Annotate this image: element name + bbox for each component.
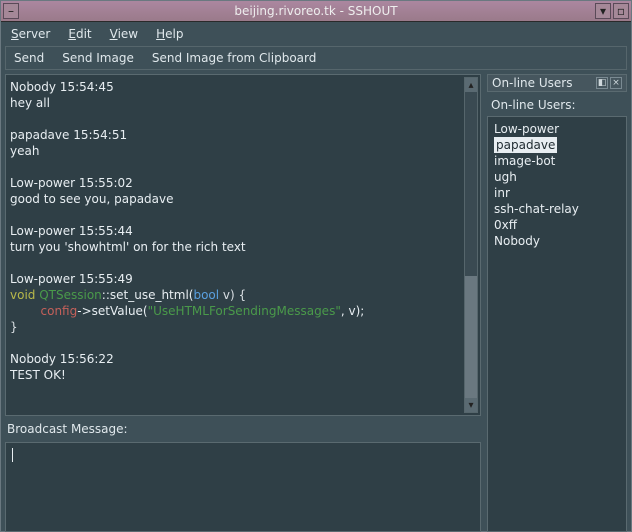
chat-history: Nobody 15:54:45 hey all papadave 15:54:5…: [5, 74, 481, 416]
msg-header: Low-power 15:55:49: [10, 271, 462, 287]
chat-scrollbar[interactable]: ▴ ▾: [464, 77, 478, 413]
msg-header: papadave 15:54:51: [10, 127, 462, 143]
menu-edit[interactable]: Edit: [68, 27, 91, 41]
msg-body: turn you 'showhtml' on for the rich text: [10, 239, 462, 255]
msg-header: Nobody 15:54:45: [10, 79, 462, 95]
msg-body: TEST OK!: [10, 367, 462, 383]
scroll-up-icon[interactable]: ▴: [465, 78, 477, 92]
window-menu-button[interactable]: –: [3, 3, 19, 19]
users-panel-title: On-line Users: [492, 76, 572, 90]
msg-header: Low-power 15:55:44: [10, 223, 462, 239]
msg-header: Nobody 15:56:22: [10, 351, 462, 367]
message-input[interactable]: [5, 442, 481, 532]
scroll-thumb[interactable]: [465, 276, 477, 398]
panel-close-icon[interactable]: ×: [610, 77, 622, 89]
menu-bar: Server Edit View Help: [1, 22, 631, 46]
list-item[interactable]: image-bot: [494, 153, 620, 169]
list-item[interactable]: 0xff: [494, 217, 620, 233]
msg-body: hey all: [10, 95, 462, 111]
code-line: }: [10, 319, 462, 335]
list-item[interactable]: papadave: [494, 137, 620, 153]
content-area: Nobody 15:54:45 hey all papadave 15:54:5…: [1, 70, 631, 532]
panel-undock-icon[interactable]: ◧: [596, 77, 608, 89]
msg-body: yeah: [10, 143, 462, 159]
msg-header: Low-power 15:55:02: [10, 175, 462, 191]
toolbar-send[interactable]: Send: [14, 51, 44, 65]
app-window: – beijing.rivoreo.tk - SSHOUT ▾ ▫ Server…: [0, 0, 632, 532]
toolbar-send-clipboard[interactable]: Send Image from Clipboard: [152, 51, 317, 65]
menu-server[interactable]: Server: [11, 27, 50, 41]
right-pane: On-line Users ◧ × On-line Users: Low-pow…: [487, 74, 627, 532]
list-item[interactable]: ssh-chat-relay: [494, 201, 620, 217]
list-item[interactable]: ugh: [494, 169, 620, 185]
menu-view[interactable]: View: [110, 27, 138, 41]
list-item[interactable]: Low-power: [494, 121, 620, 137]
list-item[interactable]: Nobody: [494, 233, 620, 249]
left-pane: Nobody 15:54:45 hey all papadave 15:54:5…: [5, 74, 481, 532]
tool-bar: Send Send Image Send Image from Clipboar…: [5, 46, 627, 70]
users-panel-header: On-line Users ◧ ×: [487, 74, 627, 92]
msg-body: good to see you, papadave: [10, 191, 462, 207]
code-line: config->setValue("UseHTMLForSendingMessa…: [10, 303, 462, 319]
maximize-button[interactable]: ▫: [613, 3, 629, 19]
scroll-down-icon[interactable]: ▾: [465, 398, 477, 412]
toolbar-send-image[interactable]: Send Image: [62, 51, 134, 65]
window-title: beijing.rivoreo.tk - SSHOUT: [234, 4, 397, 18]
broadcast-label: Broadcast Message:: [5, 422, 481, 436]
menu-help[interactable]: Help: [156, 27, 183, 41]
code-line: void QTSession::set_use_html(bool v) {: [10, 287, 462, 303]
title-bar: – beijing.rivoreo.tk - SSHOUT ▾ ▫: [1, 1, 631, 22]
users-subtitle: On-line Users:: [487, 92, 627, 116]
minimize-button[interactable]: ▾: [595, 3, 611, 19]
text-cursor: [12, 448, 13, 462]
users-list[interactable]: Low-powerpapadaveimage-botughinrssh-chat…: [487, 116, 627, 532]
list-item[interactable]: inr: [494, 185, 620, 201]
